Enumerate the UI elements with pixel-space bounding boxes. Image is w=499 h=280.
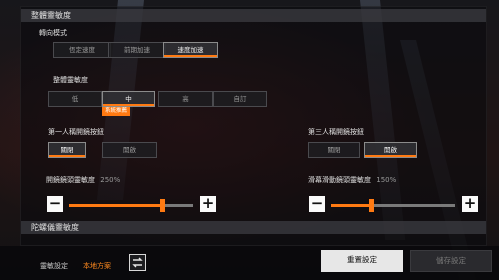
sensitivity-settings-panel: 整體靈敏度 轉向模式 恆定速度 前期加速 速度加速 整體靈敏度 低 中 高 自訂…: [20, 6, 487, 246]
third-person-scope-label: 第三人稱開鏡按鈕: [308, 128, 364, 136]
scheme-value: 本地方案: [83, 262, 111, 270]
first-person-option-off[interactable]: 關閉: [48, 142, 86, 158]
reset-settings-button[interactable]: 重置設定: [321, 250, 403, 272]
swap-icon: [132, 257, 143, 268]
turn-mode-option-speed-accel[interactable]: 速度加速: [163, 42, 218, 58]
turn-mode-label: 轉向模式: [39, 29, 67, 37]
scope-sensitivity-increase-button[interactable]: +: [200, 196, 216, 212]
third-person-option-on[interactable]: 開啟: [364, 142, 417, 158]
screen-drag-increase-button[interactable]: +: [462, 196, 478, 212]
settings-footer: 靈敏設定 本地方案 重置設定 儲存設定: [0, 246, 499, 280]
save-settings-button[interactable]: 儲存設定: [410, 250, 492, 272]
scheme-label: 靈敏設定: [40, 262, 68, 270]
switch-scheme-button[interactable]: [129, 254, 146, 271]
screen-drag-sensitivity-name: 滑幕滑動鏡頭靈敏度: [308, 176, 371, 184]
scope-sensitivity-name: 開鏡鏡頭靈敏度: [46, 176, 95, 184]
slider-thumb[interactable]: [160, 199, 165, 212]
screen-drag-sensitivity-slider[interactable]: [331, 199, 455, 212]
sensitivity-option-custom[interactable]: 自訂: [213, 91, 267, 107]
slider-fill: [69, 204, 162, 207]
sensitivity-option-high[interactable]: 高: [158, 91, 213, 107]
scope-sensitivity-value: 250%: [100, 176, 121, 184]
sensitivity-option-low[interactable]: 低: [48, 91, 102, 107]
slider-fill: [331, 204, 371, 207]
section-header-sensitivity: 整體靈敏度: [21, 9, 486, 22]
section-header-gyro: 陀螺儀靈敏度: [21, 221, 486, 234]
third-person-option-off[interactable]: 關閉: [308, 142, 360, 158]
turn-mode-option-constant[interactable]: 恆定速度: [53, 42, 111, 58]
first-person-option-on[interactable]: 開啟: [102, 142, 157, 158]
turn-mode-option-early-accel[interactable]: 前期加速: [108, 42, 166, 58]
scope-sensitivity-slider[interactable]: [69, 199, 193, 212]
screen-drag-sensitivity-value: 150%: [376, 176, 397, 184]
first-person-scope-label: 第一人稱開鏡按鈕: [48, 128, 104, 136]
screen-drag-sensitivity-label: 滑幕滑動鏡頭靈敏度 150%: [308, 175, 396, 185]
screen-drag-decrease-button[interactable]: −: [309, 196, 325, 212]
sensitivity-option-medium[interactable]: 中: [102, 91, 155, 107]
slider-thumb[interactable]: [368, 199, 374, 212]
recommended-badge: 系統推薦: [102, 107, 131, 116]
scope-sensitivity-decrease-button[interactable]: −: [47, 196, 63, 212]
overall-sensitivity-label: 整體靈敏度: [53, 76, 88, 84]
scope-sensitivity-label: 開鏡鏡頭靈敏度 250%: [46, 175, 120, 185]
